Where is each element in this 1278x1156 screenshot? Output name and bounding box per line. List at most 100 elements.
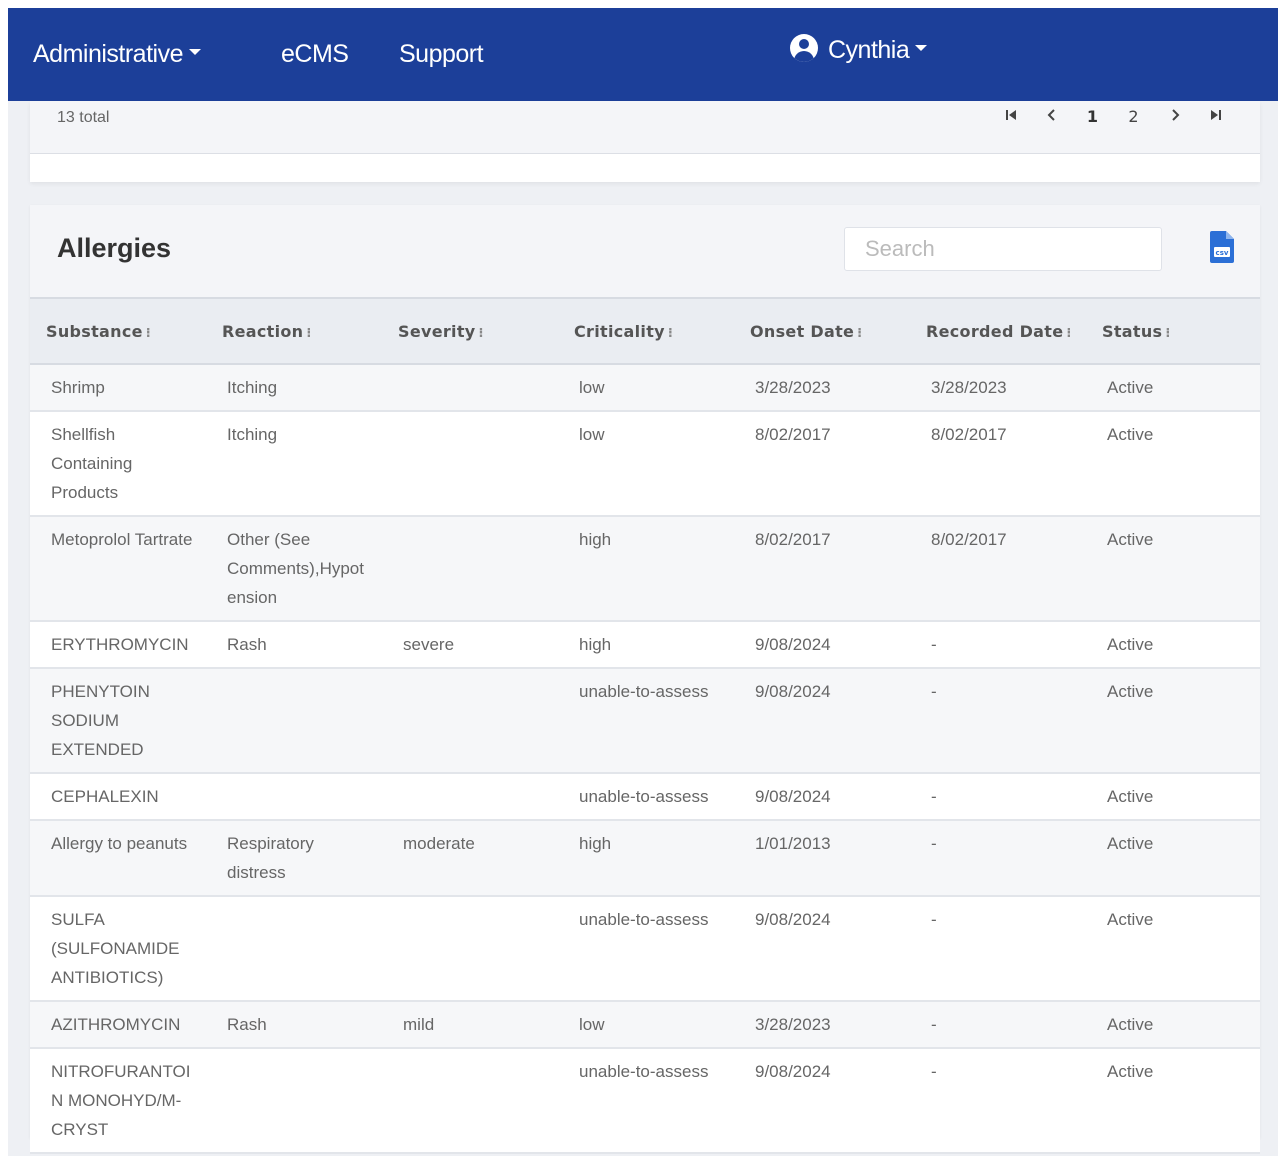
cell-recorded-date: - [910,668,1086,774]
table-row: Metoprolol Tartrate Other (See Comments)… [30,516,1260,622]
cell-recorded-date: - [910,773,1086,821]
cell-recorded-date: - [910,1048,1086,1154]
column-header-onset-date[interactable]: Onset Date ⁝ [734,297,910,365]
cell-substance: Allergy to peanuts [30,820,206,897]
table-row: PHENYTOIN SODIUM EXTENDED unable-to-asse… [30,668,1260,774]
cell-onset-date: 1/01/2013 [734,820,910,897]
user-circle-icon [790,34,818,63]
cell-severity [382,516,558,622]
nav-support-link[interactable]: Support [399,40,484,69]
cell-onset-date: 9/08/2024 [734,896,910,1002]
first-page-button[interactable] [990,107,1031,126]
sort-icon: ⁝ [857,325,863,341]
table-row: Allergy to peanuts Respiratory distress … [30,820,1260,897]
cell-criticality: low [558,411,734,517]
column-header-reaction[interactable]: Reaction ⁝ [206,297,382,365]
cell-substance: Shellfish Containing Products [30,411,206,517]
cell-reaction [206,773,382,821]
last-page-button[interactable] [1195,107,1236,126]
chevron-left-icon [1047,109,1055,121]
cell-reaction: Respiratory distress [206,820,382,897]
table-row: NITROFURANTOIN MONOHYD/M-CRYST unable-to… [30,1048,1260,1154]
cell-status: Active [1086,896,1260,1002]
cell-criticality: unable-to-assess [558,1048,734,1154]
cell-status: Active [1086,364,1260,412]
user-name: Cynthia [828,36,910,64]
column-header-criticality[interactable]: Criticality ⁝ [558,297,734,365]
cell-reaction: Itching [206,411,382,517]
top-navbar: Administrative eCMS Support Cynthia [8,8,1278,101]
cell-onset-date: 9/08/2024 [734,668,910,774]
column-header-recorded-date[interactable]: Recorded Date ⁝ [910,297,1086,365]
cell-criticality: high [558,621,734,669]
nav-ecms-link[interactable]: eCMS [281,40,349,69]
column-header-status[interactable]: Status ⁝ [1086,297,1260,365]
cell-reaction: Other (See Comments),Hypotension [206,516,382,622]
search-input[interactable] [844,227,1162,271]
cell-recorded-date: - [910,896,1086,1002]
prev-page-button[interactable] [1031,107,1072,126]
cell-recorded-date: - [910,621,1086,669]
cell-reaction: Itching [206,364,382,412]
cell-criticality: high [558,820,734,897]
cell-status: Active [1086,621,1260,669]
cell-severity [382,1048,558,1154]
caret-down-icon [189,49,201,56]
user-menu-dropdown[interactable]: Cynthia [790,34,928,65]
cell-onset-date: 3/28/2023 [734,364,910,412]
cell-severity: moderate [382,820,558,897]
cell-recorded-date: 8/02/2017 [910,411,1086,517]
sort-icon: ⁝ [306,325,312,341]
cell-recorded-date: 3/28/2023 [910,364,1086,412]
last-page-icon [1210,110,1221,120]
cell-severity [382,364,558,412]
cell-reaction: Rash [206,621,382,669]
cell-reaction: Rash [206,1001,382,1049]
table-row: AZITHROMYCIN Rash mild low 3/28/2023 - A… [30,1001,1260,1049]
cell-substance: NITROFURANTOIN MONOHYD/M-CRYST [30,1048,206,1154]
cell-status: Active [1086,411,1260,517]
cell-status: Active [1086,1001,1260,1049]
cell-criticality: unable-to-assess [558,773,734,821]
table-row: CEPHALEXIN unable-to-assess 9/08/2024 - … [30,773,1260,821]
page-1-button[interactable]: 1 [1072,107,1113,126]
caret-down-icon [915,45,928,52]
column-header-substance[interactable]: Substance ⁝ [30,297,206,365]
nav-administrative-dropdown[interactable]: Administrative [33,40,201,69]
cell-severity: mild [382,1001,558,1049]
table-row: Shellfish Containing Products Itching lo… [30,411,1260,517]
allergies-table: Substance ⁝ Reaction ⁝ Severity ⁝ Criticali… [30,297,1260,1154]
sort-icon: ⁝ [478,325,484,341]
cell-criticality: high [558,516,734,622]
table-row: SULFA (SULFONAMIDE ANTIBIOTICS) unable-t… [30,896,1260,1002]
cell-status: Active [1086,516,1260,622]
cell-criticality: unable-to-assess [558,668,734,774]
cell-criticality: low [558,1001,734,1049]
cell-reaction [206,1048,382,1154]
cell-severity [382,896,558,1002]
table-header-row: Substance ⁝ Reaction ⁝ Severity ⁝ Criticali… [30,297,1260,365]
first-page-icon [1005,110,1016,120]
cell-onset-date: 8/02/2017 [734,411,910,517]
cell-status: Active [1086,820,1260,897]
cell-status: Active [1086,668,1260,774]
cell-onset-date: 9/08/2024 [734,621,910,669]
svg-text:csv: csv [1216,249,1229,257]
sort-icon: ⁝ [1165,325,1171,341]
cell-onset-date: 9/08/2024 [734,1048,910,1154]
chevron-right-icon [1171,109,1179,121]
cell-onset-date: 3/28/2023 [734,1001,910,1049]
cell-onset-date: 8/02/2017 [734,516,910,622]
next-page-button[interactable] [1154,107,1195,126]
page-2-button[interactable]: 2 [1113,107,1154,126]
nav-administrative-label: Administrative [33,40,184,68]
cell-substance: AZITHROMYCIN [30,1001,206,1049]
column-header-severity[interactable]: Severity ⁝ [382,297,558,365]
cell-criticality: low [558,364,734,412]
csv-file-icon[interactable]: csv [1210,231,1234,263]
cell-severity [382,411,558,517]
table-body: Shrimp Itching low 3/28/2023 3/28/2023 A… [30,364,1260,1154]
cell-reaction [206,896,382,1002]
pagination-card-footer [30,153,1260,182]
cell-criticality: unable-to-assess [558,896,734,1002]
